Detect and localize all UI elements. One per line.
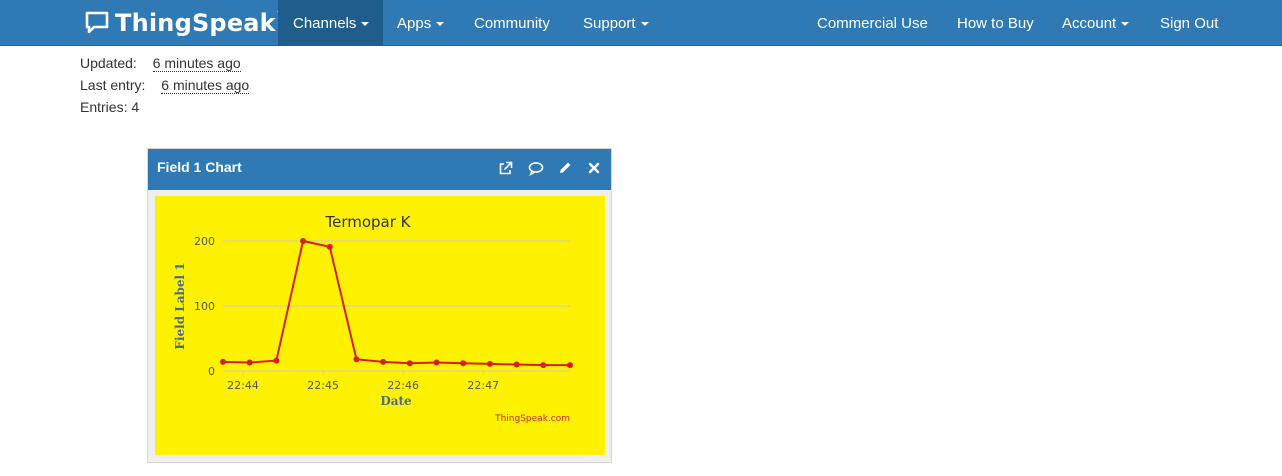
- nav-sign-out[interactable]: Sign Out: [1160, 0, 1218, 46]
- brand-logo-link[interactable]: ThingSpeak ™: [84, 7, 287, 39]
- data-point: [246, 359, 253, 366]
- entries-value: 4: [131, 99, 140, 115]
- updated-row: Updated: 6 minutes ago: [80, 52, 249, 74]
- speech-bubble-logo-icon: [84, 11, 110, 35]
- data-point: [353, 356, 360, 363]
- channel-info: Updated: 6 minutes ago Last entry: 6 min…: [80, 52, 250, 118]
- close-icon[interactable]: [585, 159, 603, 177]
- data-point: [326, 243, 333, 250]
- data-point: [540, 362, 547, 369]
- data-point: [513, 361, 520, 368]
- last-entry-value: 6 minutes ago: [161, 77, 250, 94]
- data-point: [433, 359, 440, 366]
- last-entry-row: Last entry: 6 minutes ago: [80, 74, 250, 96]
- nav-community[interactable]: Community: [474, 0, 550, 46]
- data-point: [380, 358, 387, 365]
- nav-commercial-use[interactable]: Commercial Use: [817, 0, 928, 46]
- nav-commercial-use-label: Commercial Use: [817, 14, 928, 32]
- updated-value: 6 minutes ago: [152, 55, 241, 72]
- nav-apps-label: Apps: [397, 14, 432, 32]
- nav-support[interactable]: Support: [583, 0, 649, 46]
- y-axis-label: Field Label 1: [173, 262, 187, 349]
- chart-credit: ThingSpeak.com: [494, 414, 570, 424]
- entries-label: Entries:: [80, 99, 128, 115]
- x-tick-label: 22:45: [307, 379, 339, 392]
- panel-title: Field 1 Chart: [157, 159, 242, 175]
- chart-title: Termopar K: [324, 213, 411, 231]
- data-point: [300, 238, 307, 244]
- nav-channels-label: Channels: [293, 14, 357, 32]
- y-tick-label: 0: [208, 365, 215, 378]
- chevron-down-icon: [436, 22, 445, 26]
- nav-sign-out-label: Sign Out: [1160, 14, 1219, 32]
- nav-community-label: Community: [474, 14, 550, 32]
- chevron-down-icon: [640, 22, 649, 26]
- nav-how-to-buy-label: How to Buy: [957, 14, 1034, 32]
- data-point: [273, 357, 280, 364]
- data-point: [406, 360, 413, 367]
- field-1-chart-panel: Field 1 Chart Termopar K 0 100 200 22:44…: [147, 148, 612, 463]
- data-point: [460, 360, 467, 367]
- nav-channels[interactable]: Channels: [278, 0, 383, 46]
- data-point: [486, 360, 493, 367]
- y-tick-label: 200: [194, 235, 215, 248]
- data-point: [567, 362, 573, 369]
- entries-row: Entries: 4: [80, 96, 249, 118]
- line-chart: Termopar K 0 100 200 22:44 22:45 22:46 22:47 Dat…: [173, 213, 573, 424]
- chart-area: Termopar K 0 100 200 22:44 22:45 22:46 22:47 Dat…: [155, 196, 605, 455]
- y-tick-label: 100: [194, 300, 215, 313]
- updated-label: Updated:: [80, 55, 137, 71]
- comment-icon[interactable]: [527, 159, 545, 177]
- x-tick-label: 22:44: [227, 379, 259, 392]
- nav-support-label: Support: [583, 14, 636, 32]
- last-entry-label: Last entry:: [80, 77, 146, 93]
- chevron-down-icon: [1121, 22, 1130, 26]
- pencil-icon[interactable]: [556, 159, 574, 177]
- data-point: [220, 358, 226, 365]
- brand-name: ThingSpeak: [115, 9, 276, 37]
- nav-how-to-buy[interactable]: How to Buy: [957, 0, 1034, 46]
- external-link-icon[interactable]: [496, 159, 514, 177]
- x-tick-label: 22:47: [467, 379, 499, 392]
- panel-header: Field 1 Chart: [148, 149, 611, 190]
- x-tick-label: 22:46: [387, 379, 419, 392]
- nav-apps[interactable]: Apps: [397, 0, 445, 46]
- x-axis-label: Date: [380, 394, 412, 408]
- top-navbar: ThingSpeak ™ Channels Apps Community Sup…: [0, 0, 1282, 46]
- nav-account-label: Account: [1062, 14, 1117, 32]
- chevron-down-icon: [361, 22, 370, 26]
- series-line: [222, 239, 570, 367]
- nav-account[interactable]: Account: [1062, 0, 1130, 46]
